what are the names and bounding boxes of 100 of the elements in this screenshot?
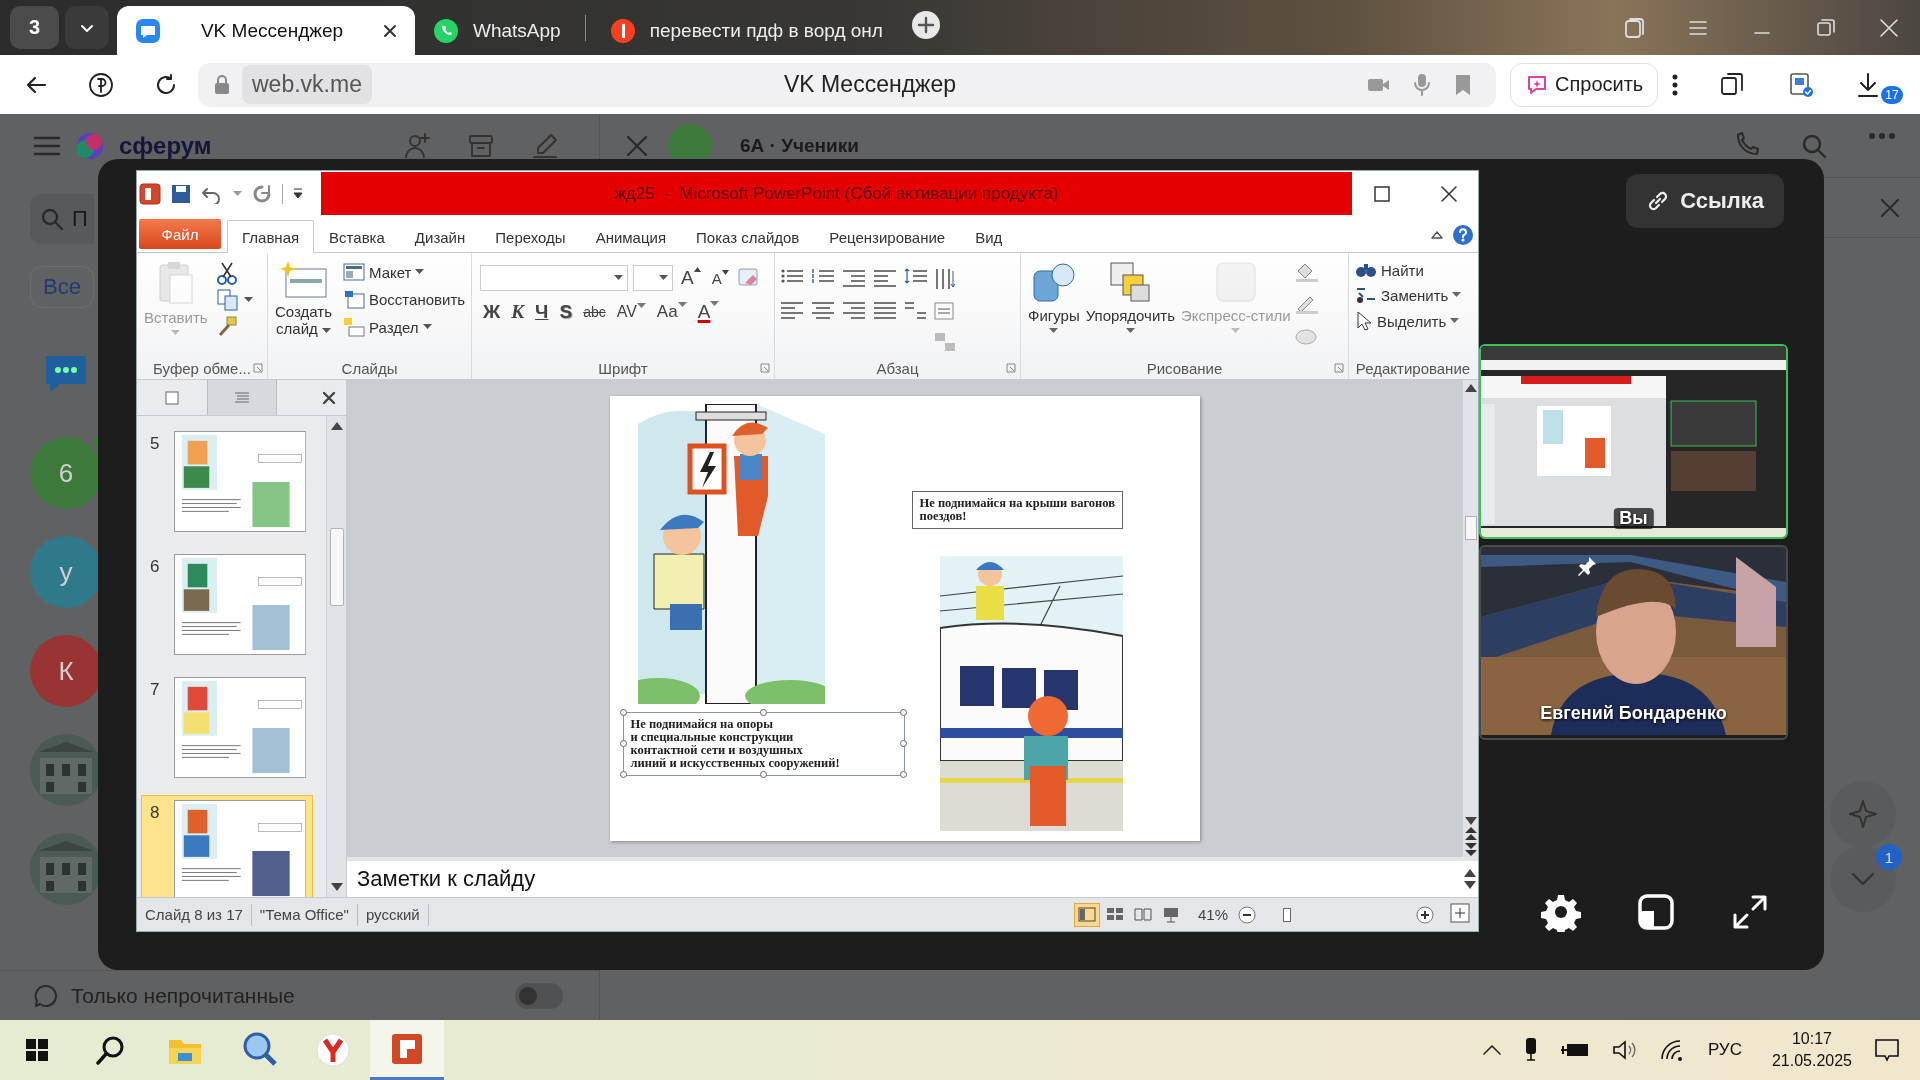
language-indicator[interactable]: РУС bbox=[1707, 1040, 1742, 1060]
decrease-indent-icon[interactable] bbox=[841, 267, 867, 289]
scroll-thumb[interactable] bbox=[1464, 516, 1477, 540]
ribbon-button[interactable]: Фигуры bbox=[1025, 257, 1083, 357]
extension-icon[interactable] bbox=[1788, 71, 1815, 98]
add-contact-icon[interactable] bbox=[403, 132, 431, 160]
slider-thumb[interactable] bbox=[1283, 907, 1292, 922]
video-tile[interactable]: Евгений Бондаренко bbox=[1479, 545, 1788, 740]
text-box[interactable]: Не поднимайся на опоры и специальные конструкции контактной сети и воздушных линий и искусственных сооружений! bbox=[622, 712, 905, 776]
bookmark-icon[interactable] bbox=[1454, 73, 1472, 96]
section-button[interactable]: Раздел bbox=[341, 315, 468, 339]
dialog-launcher-icon[interactable] bbox=[760, 363, 770, 373]
settings-button[interactable] bbox=[1541, 892, 1581, 932]
save-icon[interactable] bbox=[171, 183, 191, 204]
ribbon-button[interactable]: Упорядочить bbox=[1082, 257, 1178, 357]
close-icon[interactable] bbox=[322, 390, 336, 405]
tab-panel-icon[interactable] bbox=[1623, 16, 1645, 39]
redo-icon[interactable] bbox=[252, 183, 272, 204]
ribbon-tab[interactable]: Анимация bbox=[580, 220, 682, 253]
volume-icon[interactable] bbox=[1611, 1039, 1638, 1061]
font-size-field[interactable] bbox=[633, 265, 673, 291]
fill-icon[interactable] bbox=[1293, 261, 1320, 283]
scrollbar[interactable] bbox=[1462, 380, 1478, 857]
italic-button[interactable]: К bbox=[508, 301, 528, 323]
ribbon-tab[interactable]: Главная bbox=[227, 220, 315, 253]
ribbon-button[interactable]: Заменить bbox=[1353, 283, 1473, 307]
shrink-font-button[interactable]: A bbox=[708, 269, 732, 287]
browser-tab[interactable]: VK Мессенджер bbox=[117, 6, 415, 55]
text-box[interactable]: Не поднимайся на крыши вагонов поездов! bbox=[911, 491, 1123, 529]
ribbon-tab[interactable]: Рецензирование bbox=[814, 220, 961, 253]
align-center-icon[interactable] bbox=[810, 299, 836, 321]
font-name-field[interactable] bbox=[480, 265, 628, 291]
help-icon[interactable] bbox=[1452, 224, 1474, 246]
spacing-button[interactable]: AV bbox=[613, 303, 649, 321]
ribbon-tab[interactable]: Показ слайдов bbox=[681, 220, 815, 253]
file-tab[interactable]: Файл bbox=[139, 219, 221, 249]
format-painter-icon[interactable] bbox=[216, 315, 239, 337]
resize-handle[interactable] bbox=[619, 740, 627, 747]
previous-slide-icon[interactable] bbox=[1464, 827, 1477, 841]
fullscreen-button[interactable] bbox=[1731, 893, 1769, 931]
slide-thumbnail[interactable] bbox=[173, 430, 306, 533]
ribbon-button[interactable]: Найти bbox=[1353, 259, 1473, 281]
toggle-switch[interactable] bbox=[515, 982, 563, 1009]
close-icon[interactable] bbox=[1440, 184, 1458, 203]
next-slide-icon[interactable] bbox=[1464, 843, 1477, 857]
scrollbar[interactable] bbox=[326, 416, 346, 897]
ask-button[interactable]: Спросить bbox=[1510, 62, 1659, 107]
new-tab-icon[interactable] bbox=[910, 10, 941, 40]
app-icon[interactable] bbox=[139, 182, 161, 205]
resize-handle[interactable] bbox=[899, 709, 907, 716]
resize-handle[interactable] bbox=[619, 771, 627, 778]
slide-thumbnail[interactable] bbox=[173, 553, 306, 656]
slide-list-item[interactable]: 6 bbox=[141, 549, 313, 660]
collapse-ribbon-icon[interactable] bbox=[1430, 229, 1444, 241]
bold-button[interactable]: Ж bbox=[480, 301, 504, 323]
slide-thumbnail[interactable] bbox=[173, 676, 306, 779]
archive-icon[interactable] bbox=[467, 132, 495, 160]
browser-tab[interactable]: перевести пдф в ворд онл bbox=[591, 6, 901, 55]
video-tile[interactable]: Вы bbox=[1479, 344, 1788, 539]
download-icon[interactable] bbox=[1856, 71, 1881, 98]
dialog-launcher-icon[interactable] bbox=[1334, 363, 1344, 373]
case-button[interactable]: Aa bbox=[653, 302, 690, 322]
fit-to-window-icon[interactable] bbox=[1450, 903, 1470, 923]
battery-icon[interactable] bbox=[1559, 1041, 1590, 1059]
copy-icon[interactable] bbox=[216, 289, 239, 311]
slide-thumbnail[interactable] bbox=[173, 799, 306, 897]
columns-icon[interactable] bbox=[903, 299, 929, 321]
grow-font-button[interactable]: A bbox=[678, 267, 704, 289]
clock[interactable]: 10:17 21.05.2025 bbox=[1771, 1028, 1852, 1072]
increase-indent-icon[interactable] bbox=[872, 267, 898, 289]
ribbon-tab[interactable]: Вставка bbox=[314, 220, 400, 253]
ribbon-button[interactable]: Выделить bbox=[1353, 309, 1473, 333]
underline-button[interactable]: Ч bbox=[532, 301, 552, 323]
dialog-launcher-icon[interactable] bbox=[1006, 363, 1016, 373]
clear-formatting-icon[interactable] bbox=[736, 267, 761, 289]
strikethrough-button[interactable]: abc bbox=[580, 304, 609, 320]
taskbar-app[interactable] bbox=[370, 1020, 444, 1080]
align-left-icon[interactable] bbox=[779, 299, 805, 321]
reload-icon[interactable] bbox=[154, 72, 178, 97]
link-button[interactable]: Ссылка bbox=[1626, 174, 1784, 228]
chevron-up-icon[interactable] bbox=[1481, 1044, 1502, 1056]
layout-button[interactable]: Макет bbox=[341, 261, 468, 283]
restore-icon[interactable] bbox=[1815, 16, 1837, 39]
picture-in-picture-button[interactable] bbox=[1637, 893, 1675, 931]
dialog-launcher-icon[interactable] bbox=[253, 363, 263, 373]
shadow-button[interactable]: S bbox=[556, 301, 576, 323]
zoom-out-icon[interactable] bbox=[1238, 905, 1256, 924]
microphone-icon[interactable] bbox=[1523, 1038, 1538, 1062]
notifications-icon[interactable] bbox=[1874, 1037, 1900, 1063]
ribbon-tab[interactable]: Дизайн bbox=[399, 220, 481, 253]
slide-list-item[interactable]: 5 bbox=[141, 426, 313, 537]
resize-handle[interactable] bbox=[759, 771, 767, 778]
ribbon-tab[interactable]: Переходы bbox=[480, 220, 581, 253]
zoom-in-icon[interactable] bbox=[1416, 905, 1434, 924]
cut-icon[interactable] bbox=[216, 261, 237, 285]
resize-handle[interactable] bbox=[619, 709, 627, 716]
resize-handle[interactable] bbox=[899, 771, 907, 778]
view-button[interactable] bbox=[1073, 902, 1100, 927]
justify-icon[interactable] bbox=[872, 299, 898, 321]
resize-handle[interactable] bbox=[899, 740, 907, 747]
